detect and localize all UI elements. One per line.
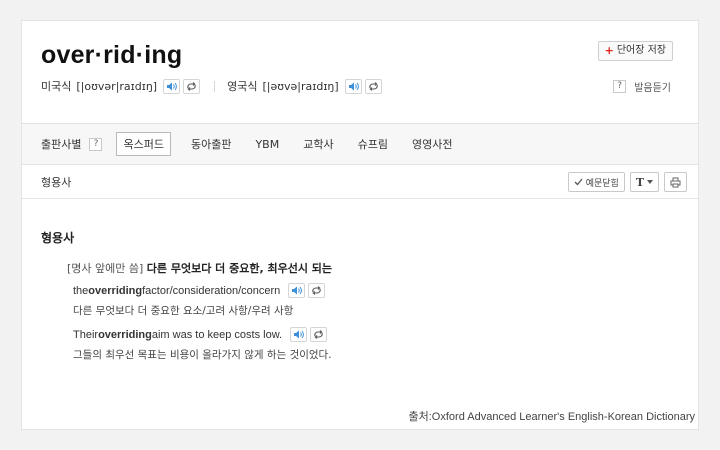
tab-donga[interactable]: 동아출판 — [191, 136, 231, 152]
pos-heading: 형용사 — [41, 231, 75, 245]
view-tools: 예문닫힘 T — [567, 172, 687, 192]
headword: over·rid·ing — [41, 41, 183, 69]
example-1-speaker-icon[interactable] — [288, 283, 306, 298]
print-button[interactable] — [664, 172, 687, 192]
uk-speaker-icon[interactable] — [344, 78, 362, 94]
plus-icon: + — [604, 44, 614, 57]
grammar-note: [명사 앞에만 씀] — [67, 262, 144, 275]
divider — [214, 80, 216, 92]
us-ipa: [|oʊvər|raɪdɪŋ] — [76, 79, 158, 93]
pronunciation-help[interactable]: ? 발음듣기 — [613, 79, 671, 94]
tab-supreme[interactable]: 슈프림 — [358, 136, 388, 152]
font-icon: T — [635, 175, 644, 189]
save-to-wordbook-button[interactable]: + 단어장 저장 — [597, 41, 673, 61]
tab-oxford[interactable]: 옥스퍼드 — [116, 132, 171, 156]
part-of-speech-bar: 형용사 예문닫힘 T — [22, 165, 698, 199]
tab-english-english[interactable]: 영영사전 — [412, 136, 452, 152]
tab-kyohak[interactable]: 교학사 — [303, 136, 333, 152]
example-2-speaker-icon[interactable] — [290, 327, 308, 342]
pronunciation-row: 미국식 [|oʊvər|raɪdɪŋ] 영국식 [|əʊvə|raɪdɪŋ] — [41, 78, 385, 94]
uk-label: 영국식 — [227, 80, 258, 93]
us-speaker-icon[interactable] — [163, 78, 181, 94]
save-label: 단어장 저장 — [616, 45, 666, 56]
example-toggle-button[interactable]: 예문닫힘 — [567, 172, 625, 192]
print-icon — [670, 177, 681, 187]
sense-definition: [명사 앞에만 씀] 다른 무엇보다 더 중요한, 최우선시 되는 — [67, 260, 332, 276]
example-en-1: the overriding factor/consideration/conc… — [73, 283, 328, 298]
publisher-label: 출판사별 ? — [41, 136, 103, 152]
example-ko-1: 다른 무엇보다 더 중요한 요소/고려 사항/우려 사항 — [73, 305, 294, 317]
publisher-tabs: 출판사별 ? 옥스퍼드 동아출판 YBM 교학사 슈프림 영영사전 — [22, 123, 698, 165]
example-keyword: overriding — [98, 328, 152, 341]
definition-text: 다른 무엇보다 더 중요한, 최우선시 되는 — [146, 262, 333, 275]
example-keyword: overriding — [88, 284, 143, 297]
listen-label[interactable]: 발음듣기 — [634, 79, 671, 94]
check-icon — [574, 178, 583, 186]
publisher-label-text: 출판사별 — [41, 138, 82, 151]
publisher-help-icon[interactable]: ? — [89, 137, 103, 151]
tab-ybm[interactable]: YBM — [255, 138, 279, 151]
us-repeat-icon[interactable] — [183, 78, 201, 94]
example-ko-2: 그들의 최우선 목표는 비용이 올라가지 않게 하는 것이었다. — [73, 349, 332, 361]
font-size-button[interactable]: T — [629, 172, 659, 192]
example-text: Their — [73, 328, 99, 341]
chevron-down-icon — [647, 180, 653, 184]
example-2-repeat-icon[interactable] — [310, 327, 328, 342]
example-1-repeat-icon[interactable] — [308, 283, 326, 298]
example-text: the — [73, 284, 89, 297]
example-text: factor/consideration/concern — [142, 284, 281, 297]
source-attribution: 출처:Oxford Advanced Learner's English-Kor… — [408, 411, 695, 423]
example-en-2: Their overriding aim was to keep costs l… — [73, 327, 330, 342]
pos-tab-adjective[interactable]: 형용사 — [41, 174, 71, 190]
example-text: aim was to keep costs low. — [151, 328, 283, 341]
dictionary-card: over·rid·ing + 단어장 저장 미국식 [|oʊvər|raɪdɪŋ… — [21, 20, 699, 430]
help-icon[interactable]: ? — [613, 80, 627, 93]
uk-repeat-icon[interactable] — [364, 78, 382, 94]
example-toggle-label: 예문닫힘 — [585, 178, 619, 189]
uk-ipa: [|əʊvə|raɪdɪŋ] — [262, 79, 339, 93]
us-label: 미국식 — [41, 80, 72, 93]
